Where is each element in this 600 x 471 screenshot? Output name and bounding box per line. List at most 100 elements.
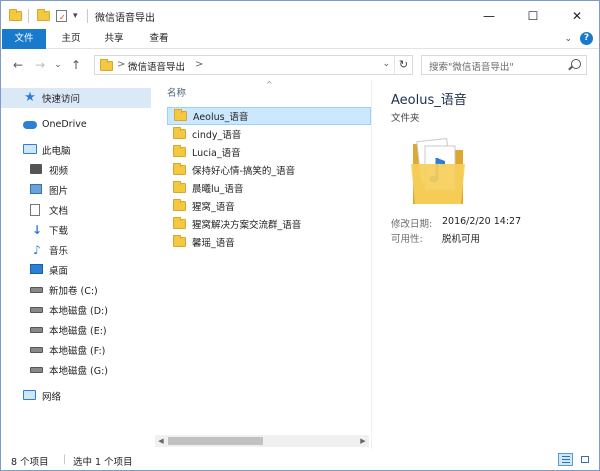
nav-item-label: 下载	[49, 226, 69, 237]
nav-item-drive-g[interactable]: 本地磁盘 (G:)	[1, 360, 108, 380]
column-header-name[interactable]: 名称	[167, 85, 186, 99]
large-icons-view-icon[interactable]	[577, 453, 592, 466]
nav-item-label: 视频	[49, 166, 69, 177]
nav-item-label: 网络	[42, 392, 62, 403]
details-pane: Aeolus_语音 文件夹 修改日期: 2016/2/20 14:27 可用性:…	[371, 80, 599, 449]
help-icon[interactable]: ?	[580, 32, 593, 45]
address-row: ← → ⌄ ↑ > 微信语音导出 > ⌄ ↻ 搜索"微信语音导出"	[1, 50, 599, 80]
star-icon: ★	[24, 90, 36, 105]
drive-icon	[30, 287, 43, 293]
list-item[interactable]: 馨瑶_语音	[167, 233, 371, 251]
drive-icon	[30, 367, 43, 373]
nav-item-label: 桌面	[49, 266, 69, 277]
breadcrumb[interactable]: 微信语音导出	[128, 59, 185, 73]
address-dropdown-icon[interactable]: ⌄	[382, 59, 390, 69]
maximize-button[interactable]: ☐	[511, 1, 555, 30]
modified-label: 修改日期:	[391, 219, 433, 230]
scrollbar-thumb[interactable]	[168, 437, 263, 445]
expand-ribbon-icon[interactable]: ⌄	[564, 34, 572, 44]
up-button[interactable]: ↑	[68, 56, 84, 74]
drive-icon	[30, 307, 43, 313]
tab-home[interactable]: 主页	[51, 29, 91, 49]
nav-item-label: 文档	[49, 206, 69, 217]
folder-icon	[100, 59, 113, 71]
file-name: 晨曦lu_语音	[192, 184, 244, 195]
file-name: 猩窝解决方案交流群_语音	[192, 220, 302, 231]
list-item[interactable]: 猩窝_语音	[167, 197, 371, 215]
nav-item-downloads[interactable]: ↓ 下载	[1, 220, 68, 240]
horizontal-scrollbar[interactable]: ◀ ▶	[155, 435, 369, 447]
breadcrumb-separator[interactable]: >	[117, 59, 125, 70]
list-item[interactable]: cindy_语音	[167, 125, 371, 143]
desktop-icon	[30, 264, 43, 274]
scroll-right-icon[interactable]: ▶	[357, 435, 369, 447]
properties-icon[interactable]: ✓	[56, 8, 67, 23]
nav-item-desktop[interactable]: 桌面	[1, 260, 68, 280]
nav-item-pictures[interactable]: 图片	[1, 180, 68, 200]
nav-item-drive-f[interactable]: 本地磁盘 (F:)	[1, 340, 105, 360]
nav-item-label: OneDrive	[42, 118, 87, 130]
nav-item-label: 本地磁盘 (E:)	[49, 326, 107, 337]
nav-item-label: 本地磁盘 (D:)	[49, 306, 108, 317]
video-icon	[30, 164, 42, 174]
folder-icon	[173, 181, 186, 193]
file-name: 猩窝_语音	[192, 202, 235, 213]
nav-item-label: 本地磁盘 (G:)	[49, 366, 108, 377]
nav-item-drive-c[interactable]: 新加卷 (C:)	[1, 280, 98, 300]
nav-item-documents[interactable]: 文档	[1, 200, 68, 220]
new-folder-icon[interactable]	[37, 8, 50, 23]
nav-item-label: 图片	[49, 186, 69, 197]
search-placeholder: 搜索"微信语音导出"	[429, 62, 514, 73]
folder-icon	[173, 145, 186, 157]
nav-item-music[interactable]: ♪ 音乐	[1, 240, 68, 260]
folder-icon	[9, 8, 22, 23]
nav-item-drive-d[interactable]: 本地磁盘 (D:)	[1, 300, 108, 320]
file-name: 保持好心情-搞笑的_语音	[192, 166, 296, 177]
nav-item-label: 此电脑	[42, 146, 71, 157]
minimize-button[interactable]: —	[467, 1, 511, 30]
refresh-button[interactable]: ↻	[394, 56, 412, 74]
nav-item-onedrive[interactable]: OneDrive	[1, 114, 87, 134]
details-view-icon[interactable]	[558, 453, 573, 466]
details-type: 文件夹	[391, 113, 420, 124]
window-title: 微信语音导出	[95, 13, 155, 24]
nav-item-drive-e[interactable]: 本地磁盘 (E:)	[1, 320, 107, 340]
folder-icon	[173, 127, 186, 139]
sort-indicator-icon: ^	[266, 80, 273, 89]
ribbon-tabs: 文件 主页 共享 查看 ⌄ ?	[1, 29, 599, 49]
nav-item-this-pc[interactable]: 此电脑	[1, 140, 71, 160]
drive-icon	[30, 327, 43, 333]
search-icon[interactable]	[571, 59, 581, 69]
list-item[interactable]: Aeolus_语音	[167, 107, 371, 125]
list-item[interactable]: 保持好心情-搞笑的_语音	[167, 161, 371, 179]
nav-item-quick-access[interactable]: ★ 快速访问	[1, 88, 151, 108]
scroll-left-icon[interactable]: ◀	[155, 435, 167, 447]
nav-item-label: 新加卷 (C:)	[49, 286, 98, 297]
search-input[interactable]: 搜索"微信语音导出"	[421, 55, 587, 75]
document-icon	[30, 204, 40, 216]
address-bar[interactable]: > 微信语音导出 > ⌄ ↻	[94, 55, 413, 75]
network-icon	[23, 390, 36, 400]
forward-button[interactable]: →	[32, 56, 48, 74]
close-button[interactable]: ✕	[555, 1, 599, 30]
nav-item-network[interactable]: 网络	[1, 386, 61, 406]
tab-share[interactable]: 共享	[94, 29, 134, 49]
list-item[interactable]: 猩窝解决方案交流群_语音	[167, 215, 371, 233]
file-name: Lucia_语音	[192, 148, 241, 159]
recent-locations-button[interactable]: ⌄	[50, 56, 66, 74]
tab-file[interactable]: 文件	[2, 29, 46, 49]
tab-view[interactable]: 查看	[139, 29, 179, 49]
breadcrumb-separator[interactable]: >	[195, 59, 203, 70]
nav-item-label: 音乐	[49, 246, 69, 257]
status-bar: 8 个项目 | 选中 1 个项目	[1, 450, 599, 470]
drive-icon	[30, 347, 43, 353]
back-button[interactable]: ←	[10, 56, 26, 74]
nav-item-videos[interactable]: 视频	[1, 160, 68, 180]
list-item[interactable]: 晨曦lu_语音	[167, 179, 371, 197]
list-item[interactable]: Lucia_语音	[167, 143, 371, 161]
selected-count: 选中 1 个项目	[73, 457, 133, 468]
customize-quick-access-icon[interactable]: ▾	[73, 8, 78, 23]
details-title: Aeolus_语音	[391, 93, 467, 108]
file-name: cindy_语音	[192, 130, 242, 141]
availability-label: 可用性:	[391, 234, 423, 245]
